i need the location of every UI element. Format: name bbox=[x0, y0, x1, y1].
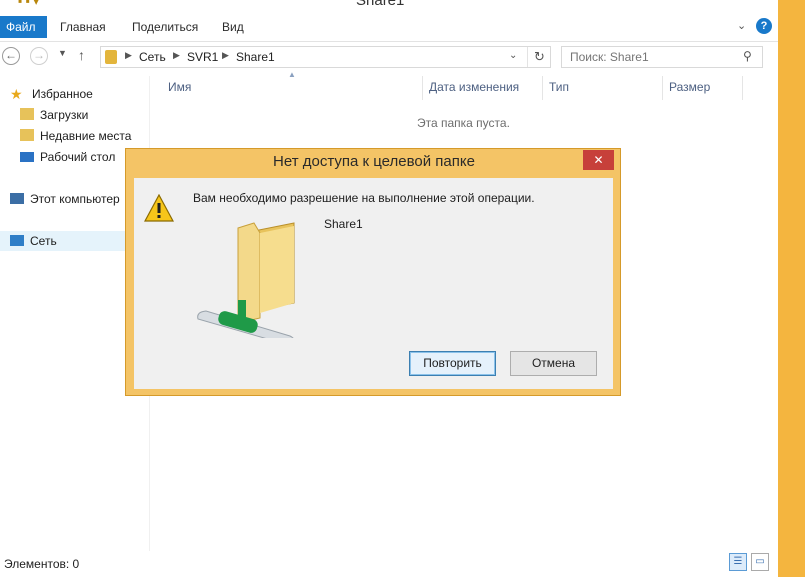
title-bar: ▪ ▪ ▾ Share1 bbox=[0, 0, 778, 8]
column-divider[interactable] bbox=[542, 76, 543, 100]
ribbon-expand-chevron-icon[interactable]: ⌄ bbox=[737, 19, 746, 32]
network-icon bbox=[10, 235, 24, 246]
breadcrumb-network[interactable]: Сеть bbox=[139, 50, 166, 64]
breadcrumb-separator-icon[interactable]: ▶ bbox=[222, 50, 229, 61]
navigation-bar: ← → ▼ ↑ ▶ Сеть ▶ SVR1 ▶ Share1 ⌄ ↻ ⚲ bbox=[0, 41, 778, 71]
recent-places-icon bbox=[20, 129, 34, 141]
up-arrow-icon[interactable]: ↑ bbox=[78, 47, 85, 63]
address-bar[interactable]: ▶ Сеть ▶ SVR1 ▶ Share1 ⌄ ↻ bbox=[100, 46, 551, 68]
dialog-message: Вам необходимо разрешение на выполнение … bbox=[193, 191, 535, 205]
network-folder-icon bbox=[197, 222, 295, 338]
breadcrumb-separator-icon[interactable]: ▶ bbox=[125, 50, 132, 61]
desktop-background bbox=[778, 0, 805, 577]
dialog-folder-name: Share1 bbox=[324, 217, 363, 231]
sidebar-item-label: Избранное bbox=[32, 87, 93, 101]
sidebar-item-label: Рабочий стол bbox=[40, 150, 116, 164]
sidebar-item-label: Недавние места bbox=[40, 129, 132, 143]
sidebar-item-label: Этот компьютер bbox=[30, 192, 120, 206]
warning-icon bbox=[144, 194, 174, 222]
window-title: Share1 bbox=[356, 0, 404, 8]
tab-share[interactable]: Поделиться bbox=[122, 16, 208, 38]
computer-icon bbox=[10, 193, 24, 204]
sidebar-item-recent-places[interactable]: Недавние места bbox=[20, 126, 131, 146]
tab-home[interactable]: Главная bbox=[50, 16, 116, 38]
tab-view[interactable]: Вид bbox=[212, 16, 254, 38]
status-item-count: Элементов: 0 bbox=[4, 557, 80, 571]
retry-button[interactable]: Повторить bbox=[409, 351, 496, 376]
downloads-icon bbox=[20, 108, 34, 120]
column-header-size[interactable]: Размер bbox=[669, 80, 710, 94]
back-button[interactable]: ← bbox=[2, 47, 20, 65]
column-header-type[interactable]: Тип bbox=[549, 80, 569, 94]
sidebar-item-favorites[interactable]: ★ Избранное bbox=[10, 84, 93, 104]
search-input[interactable] bbox=[570, 47, 740, 67]
address-dropdown-chevron-icon[interactable]: ⌄ bbox=[509, 50, 517, 61]
forward-button[interactable]: → bbox=[30, 47, 48, 65]
empty-folder-message: Эта папка пуста. bbox=[417, 116, 510, 130]
details-view-button[interactable]: ☰ bbox=[729, 553, 747, 571]
sidebar-item-this-pc[interactable]: Этот компьютер bbox=[10, 189, 120, 209]
help-icon[interactable]: ? bbox=[756, 18, 772, 34]
sort-ascending-icon: ▲ bbox=[288, 70, 296, 79]
cancel-button[interactable]: Отмена bbox=[510, 351, 597, 376]
sidebar-item-desktop[interactable]: Рабочий стол bbox=[20, 147, 115, 167]
column-divider[interactable] bbox=[662, 76, 663, 100]
dialog-close-button[interactable]: ✕ bbox=[583, 150, 614, 170]
large-icons-view-button[interactable]: ▭ bbox=[751, 553, 769, 571]
column-header-name[interactable]: Имя bbox=[168, 80, 191, 94]
column-divider[interactable] bbox=[422, 76, 423, 100]
column-divider[interactable] bbox=[742, 76, 743, 100]
dialog-body: Вам необходимо разрешение на выполнение … bbox=[134, 178, 613, 389]
sidebar-item-downloads[interactable]: Загрузки bbox=[20, 105, 88, 125]
sidebar-item-label: Сеть bbox=[30, 234, 57, 248]
column-header-date-modified[interactable]: Дата изменения bbox=[429, 80, 519, 94]
star-icon: ★ bbox=[10, 86, 23, 102]
recent-locations-chevron-icon[interactable]: ▼ bbox=[58, 48, 67, 58]
desktop-icon bbox=[20, 152, 34, 162]
network-location-icon bbox=[105, 50, 117, 64]
sidebar-item-label: Загрузки bbox=[40, 108, 89, 122]
quick-access-toolbar[interactable]: ▪ ▪ ▾ bbox=[18, 0, 39, 8]
breadcrumb-separator-icon[interactable]: ▶ bbox=[173, 50, 180, 61]
tab-file[interactable]: Файл bbox=[0, 16, 47, 38]
ribbon: Файл Главная Поделиться Вид ⌄ ? bbox=[0, 16, 778, 38]
breadcrumb-share[interactable]: Share1 bbox=[236, 50, 275, 64]
breadcrumb-server[interactable]: SVR1 bbox=[187, 50, 218, 64]
access-denied-dialog: Нет доступа к целевой папке ✕ Вам необхо… bbox=[125, 148, 621, 396]
refresh-icon[interactable]: ↻ bbox=[527, 47, 551, 67]
dialog-title: Нет доступа к целевой папке bbox=[273, 153, 475, 170]
search-box[interactable]: ⚲ bbox=[561, 46, 763, 68]
search-icon[interactable]: ⚲ bbox=[743, 49, 752, 63]
